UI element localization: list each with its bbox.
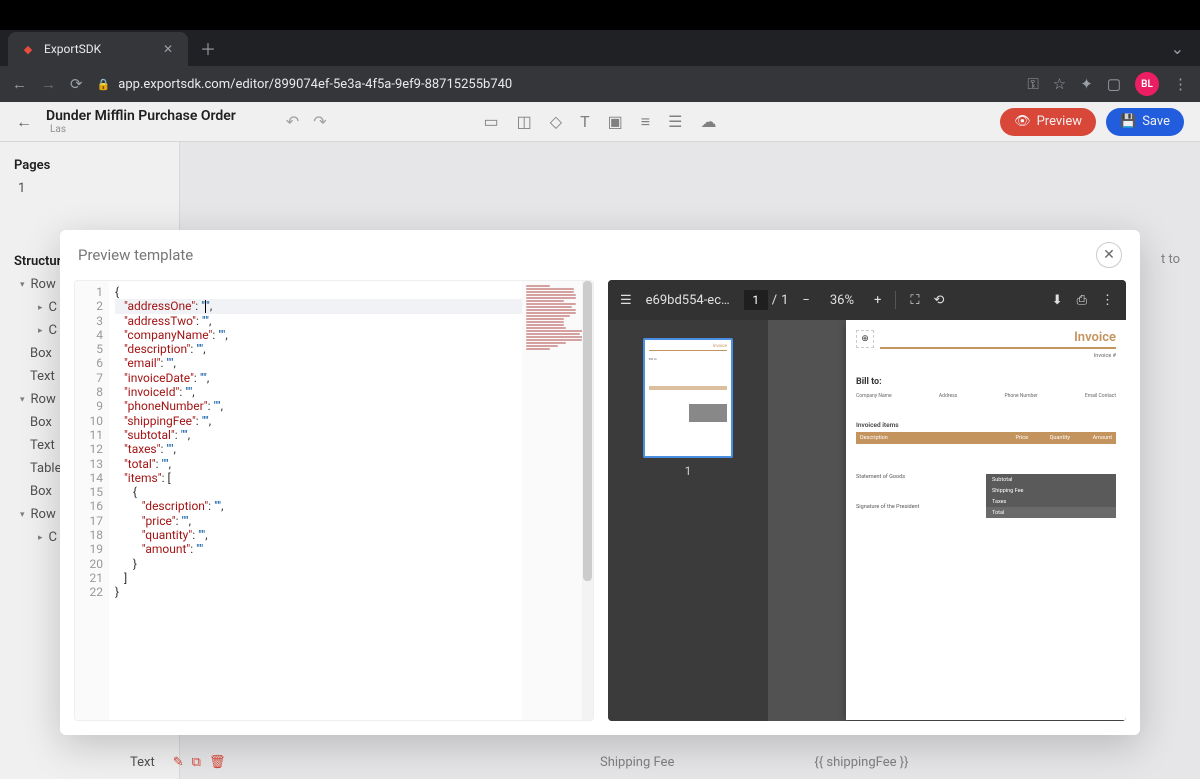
back-icon[interactable]: ←	[12, 75, 27, 93]
pdf-filename: e69bd554-ec…	[646, 293, 730, 308]
address-bar: ← → ⟳ 🔒 app.exportsdk.com/editor/899074e…	[0, 66, 1200, 102]
code-content[interactable]: { "addressOne": "", "addressTwo": "", "c…	[109, 281, 522, 720]
invoice-table-header: DescriptionPriceQuantityAmount	[856, 432, 1116, 444]
pdf-toolbar: ☰ e69bd554-ec… / 1 − 36% + ⛶ ⟲ ⬇ ⎙	[608, 280, 1126, 320]
new-tab-button[interactable]: ＋	[188, 36, 228, 60]
zoom-value: 36%	[824, 293, 860, 308]
browser-menu-icon[interactable]: ⋮	[1173, 75, 1188, 93]
print-icon[interactable]: ⎙	[1077, 293, 1087, 308]
browser-tab-bar: ◆ ExportSDK ✕ ＋ ⌄	[0, 30, 1200, 66]
statement-label: Statement of Goods	[856, 474, 978, 480]
modal-title: Preview template	[78, 246, 193, 264]
preview-modal: Preview template ✕ 123456789101112131415…	[60, 230, 1140, 735]
download-icon[interactable]: ⬇	[1052, 293, 1063, 308]
vertical-scrollbar[interactable]	[582, 281, 593, 720]
scroll-thumb[interactable]	[583, 281, 592, 581]
thumbnail-number: 1	[685, 464, 692, 478]
fit-page-icon[interactable]: ⛶	[910, 293, 919, 308]
favicon-icon: ◆	[20, 41, 36, 57]
forward-icon[interactable]: →	[41, 75, 56, 93]
password-key-icon[interactable]: ⚿	[1027, 75, 1038, 93]
thumb-invoice-title: Invoice	[649, 344, 727, 349]
page-canvas[interactable]: ⊕ Invoice Invoice # Bill to: Company Nam…	[768, 320, 1126, 721]
invoice-number-label: Invoice #	[880, 353, 1116, 359]
line-gutter: 12345678910111213141516171819202122	[75, 281, 109, 720]
signature-label: Signature of the President	[856, 504, 978, 510]
invoice-page: ⊕ Invoice Invoice # Bill to: Company Nam…	[846, 320, 1126, 720]
close-tab-icon[interactable]: ✕	[160, 41, 176, 57]
json-editor[interactable]: 12345678910111213141516171819202122 { "a…	[74, 280, 594, 721]
panel-icon[interactable]: ▢	[1107, 75, 1121, 93]
reload-icon[interactable]: ⟳	[70, 75, 83, 93]
pdf-viewer: ☰ e69bd554-ec… / 1 − 36% + ⛶ ⟲ ⬇ ⎙	[608, 280, 1126, 721]
lock-icon: 🔒	[97, 78, 111, 91]
url-input[interactable]: 🔒 app.exportsdk.com/editor/899074ef-5e3a…	[97, 77, 1014, 92]
totals-block: SubtotalShipping FeeTaxesTotal	[986, 474, 1116, 518]
browser-tab[interactable]: ◆ ExportSDK ✕	[8, 32, 188, 66]
zoom-out-icon[interactable]: −	[802, 293, 809, 308]
page-thumbnail[interactable]: Invoice Bill to:	[643, 338, 733, 458]
zoom-in-icon[interactable]: +	[874, 293, 881, 308]
modal-close-button[interactable]: ✕	[1096, 242, 1122, 268]
extensions-icon[interactable]: ✦	[1080, 75, 1093, 93]
minimap[interactable]	[522, 281, 582, 720]
page-total: 1	[781, 293, 788, 308]
tab-title: ExportSDK	[44, 42, 152, 56]
invoice-title: Invoice	[880, 330, 1116, 349]
invoiced-items-heading: Invoiced items	[856, 421, 1116, 429]
pdf-more-icon[interactable]: ⋮	[1101, 293, 1114, 308]
pdf-menu-icon[interactable]: ☰	[620, 293, 632, 308]
bookmark-star-icon[interactable]: ☆	[1053, 75, 1066, 93]
page-indicator: / 1	[744, 290, 789, 310]
profile-avatar[interactable]: BL	[1135, 72, 1159, 96]
page-input[interactable]	[744, 290, 768, 310]
bill-to-label: Bill to:	[856, 377, 1116, 387]
tab-overflow-icon[interactable]: ⌄	[1171, 39, 1184, 58]
thumbnail-panel: Invoice Bill to: 1	[608, 320, 768, 721]
rotate-icon[interactable]: ⟲	[933, 293, 944, 308]
url-text: app.exportsdk.com/editor/899074ef-5e3a-4…	[118, 77, 512, 92]
